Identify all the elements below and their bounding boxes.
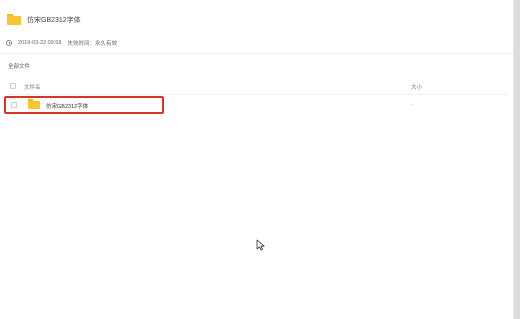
table-header: 文件名 大小 [7, 78, 507, 95]
share-expiry: 失效时间：永久有效 [67, 41, 117, 47]
page-title: 仿宋GB2312字体 [27, 16, 81, 24]
file-size: - [411, 102, 413, 108]
scrollbar-track[interactable] [514, 0, 520, 319]
share-page: 仿宋GB2312字体 2019-03-22 09:58 失效时间：永久有效 全部… [0, 0, 514, 319]
clock-icon [6, 40, 12, 46]
header: 仿宋GB2312字体 [7, 14, 81, 25]
column-header-size[interactable]: 大小 [411, 83, 422, 91]
column-header-name[interactable]: 文件名 [24, 83, 41, 91]
select-all-checkbox[interactable] [10, 83, 16, 89]
share-datetime: 2019-03-22 09:58 [18, 40, 62, 46]
share-meta: 2019-03-22 09:58 失效时间：永久有效 [6, 39, 117, 47]
highlight-box [4, 96, 164, 114]
mouse-cursor-icon [256, 239, 265, 251]
divider [0, 53, 514, 54]
folder-icon [7, 14, 21, 25]
breadcrumb-all-files[interactable]: 全部文件 [8, 62, 30, 70]
